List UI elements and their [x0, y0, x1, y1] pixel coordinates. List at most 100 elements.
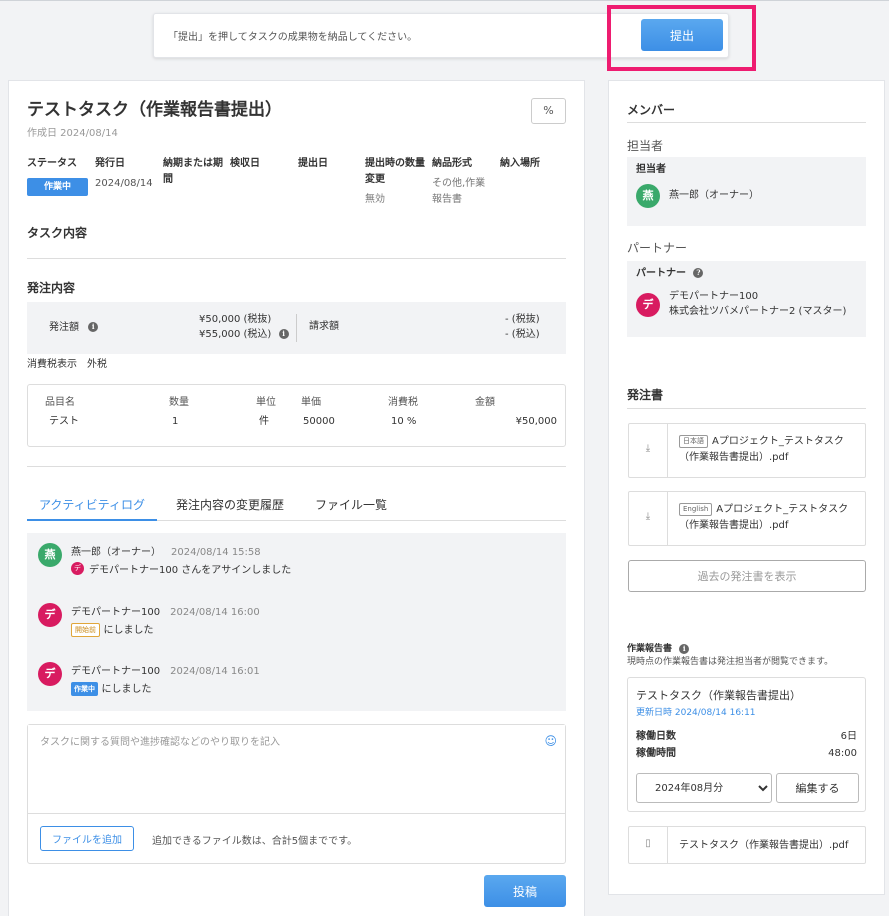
activity-log: 燕 燕一郎（オーナー） 2024/08/14 15:58 デ デモパートナー100… [27, 533, 566, 711]
col-header-item: 品目名 [45, 397, 75, 408]
pdf-file-icon: ▯ [629, 827, 668, 863]
working-hours-label: 稼働時間 [636, 748, 676, 759]
submit-highlight-frame [607, 5, 756, 71]
help-icon[interactable]: ? [693, 268, 704, 278]
delivery-format-label: 納品形式 [432, 158, 472, 169]
assignee-name: 燕一郎（オーナー） [669, 190, 759, 201]
work-report-pdf[interactable]: ▯ テストタスク（作業報告書提出）.pdf [628, 826, 866, 864]
working-hours-value: 48:00 [828, 748, 857, 759]
info-icon[interactable]: i [88, 322, 99, 332]
file-name: Aプロジェクト_テストタスク [716, 504, 849, 515]
created-date: 作成日 2024/08/14 [27, 128, 118, 139]
file-name: （作業報告書提出）.pdf [679, 452, 789, 463]
show-past-orders-button[interactable]: 過去の発注書を表示 [628, 560, 866, 592]
submission-date-label: 提出日 [298, 158, 328, 169]
comment-input[interactable] [28, 725, 565, 814]
activity-message: デモパートナー100 さんをアサインしました [89, 565, 292, 576]
issue-date-label: 発行日 [95, 158, 125, 169]
members-heading: メンバー [627, 103, 676, 117]
issue-date-value: 2024/08/14 [95, 178, 153, 189]
top-divider [0, 0, 889, 1]
tax-display: 消費税表示 外税 [27, 359, 107, 370]
deadline-label: 納期または期 間 [163, 158, 223, 185]
delivery-format-value: その他,作業 報告書 [432, 178, 486, 205]
status-label: ステータス [27, 158, 77, 169]
file-name: （作業報告書提出）.pdf [679, 520, 789, 531]
cell-amount: ¥50,000 [515, 416, 557, 427]
copy-link-button[interactable]: % [531, 98, 566, 124]
invoice-label: 請求額 [309, 321, 339, 332]
status-badge: 開始前 [71, 623, 100, 637]
activity-author: デモパートナー100 [71, 607, 161, 618]
activity-message: にしました [101, 684, 152, 695]
col-header-qty: 数量 [169, 397, 189, 408]
activity-time: 2024/08/14 15:58 [171, 547, 261, 558]
post-button[interactable]: 投稿 [484, 875, 566, 907]
partner-label: パートナー ? [636, 266, 704, 282]
add-file-button[interactable]: ファイルを追加 [40, 826, 134, 851]
partner-name: デモパートナー100 [669, 291, 759, 302]
side-panel: メンバー 担当者 担当者 燕 燕一郎（オーナー） パートナー パートナー ? デ… [608, 80, 885, 895]
language-tag: 日本語 [679, 434, 708, 448]
cell-tax: 10 % [391, 416, 417, 427]
tab-activity-log[interactable]: アクティビティログ [39, 496, 145, 513]
avatar: デ [38, 603, 62, 627]
tab-order-history[interactable]: 発注内容の変更履歴 [176, 496, 284, 513]
activity-time: 2024/08/14 16:01 [170, 666, 260, 677]
cell-qty: 1 [172, 416, 179, 427]
items-table: 品目名 数量 単位 単価 消費税 金額 テスト 1 件 50000 10 % ¥… [27, 384, 566, 447]
working-days-label: 稼働日数 [636, 731, 676, 742]
cell-unit: 件 [259, 416, 269, 427]
emoji-icon[interactable]: ☺ [544, 734, 557, 748]
invoice-ex: - (税抜) [505, 314, 540, 325]
status-badge: 作業中 [27, 178, 88, 196]
partner-company: 株式会社ツバメパートナー2 (マスター) [669, 306, 847, 317]
col-header-price: 単価 [301, 397, 321, 408]
delivery-place-label: 納入場所 [500, 158, 540, 169]
order-content-heading: 発注内容 [27, 281, 76, 295]
purchase-order-file-ja[interactable]: ⤓ 日本語 Aプロジェクト_テストタスク （作業報告書提出）.pdf [628, 423, 866, 478]
divider [627, 122, 866, 123]
partner-box: パートナー ? デ デモパートナー100 株式会社ツバメパートナー2 (マスター… [627, 261, 866, 337]
file-name: テストタスク（作業報告書提出）.pdf [679, 840, 849, 851]
invoice-in: - (税込) [505, 329, 540, 340]
avatar: デ [71, 562, 84, 575]
work-report-card: テストタスク（作業報告書提出） 更新日時 2024/08/14 16:11 稼働… [627, 677, 866, 812]
order-amount-in: ¥55,000 (税込) i [199, 327, 289, 343]
partner-section-title: パートナー [627, 241, 688, 255]
report-title: テストタスク（作業報告書提出） [636, 689, 801, 702]
purchase-order-file-en[interactable]: ⤓ English Aプロジェクト_テストタスク （作業報告書提出）.pdf [628, 491, 866, 546]
month-select[interactable]: 2024年08月分 [636, 773, 772, 803]
language-tag: English [679, 502, 713, 516]
active-tab-indicator [27, 519, 157, 521]
file-limit-note: 追加できるファイル数は、合計5個までです。 [152, 836, 358, 847]
purchase-orders-heading: 発注書 [627, 388, 664, 402]
edit-report-button[interactable]: 編集する [776, 773, 859, 803]
tab-file-list[interactable]: ファイル一覧 [315, 496, 387, 513]
report-updated: 更新日時 2024/08/14 16:11 [636, 708, 756, 718]
task-title: テストタスク（作業報告書提出） [27, 100, 282, 120]
col-header-tax: 消費税 [388, 397, 418, 408]
activity-author: デモパートナー100 [71, 666, 161, 677]
avatar: デ [636, 293, 660, 317]
divider [296, 314, 297, 342]
avatar: 燕 [38, 543, 62, 567]
order-amount-ex: ¥50,000 (税抜) [199, 314, 272, 325]
work-report-note: 現時点の作業報告書は発注担当者が閲覧できます。 [627, 657, 834, 667]
divider [627, 408, 866, 409]
download-icon[interactable]: ⤓ [629, 492, 668, 545]
col-header-amount: 金額 [475, 397, 495, 408]
assignee-label: 担当者 [636, 164, 666, 175]
cell-price: 50000 [303, 416, 335, 427]
download-icon[interactable]: ⤓ [629, 424, 668, 477]
assignee-section-title: 担当者 [627, 139, 664, 153]
info-icon[interactable]: i [679, 643, 690, 654]
task-detail-panel: テストタスク（作業報告書提出） 作成日 2024/08/14 % ステータス 作… [8, 80, 585, 916]
divider [27, 466, 566, 467]
avatar: デ [38, 662, 62, 686]
quantity-change-value: 無効 [365, 194, 385, 205]
divider [27, 258, 566, 259]
activity-time: 2024/08/14 16:00 [170, 607, 260, 618]
info-icon[interactable]: i [278, 329, 289, 339]
col-header-unit: 単位 [256, 397, 276, 408]
